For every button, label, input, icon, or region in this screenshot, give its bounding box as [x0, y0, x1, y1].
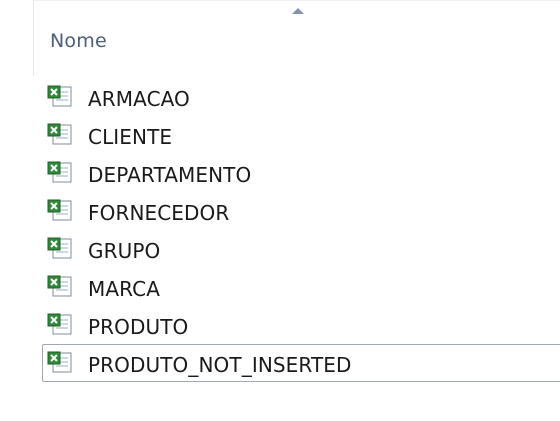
file-name: DEPARTAMENTO — [88, 163, 252, 187]
excel-csv-file-icon — [47, 275, 72, 297]
file-name: CLIENTE — [88, 125, 173, 149]
file-row[interactable]: PRODUTO — [42, 306, 560, 344]
file-name: PRODUTO_NOT_INSERTED — [88, 353, 352, 377]
file-row[interactable]: FORNECEDOR — [42, 192, 560, 230]
file-name: FORNECEDOR — [88, 201, 230, 225]
file-row[interactable]: MARCA — [42, 268, 560, 306]
file-name: GRUPO — [88, 239, 161, 263]
sort-ascending-icon — [292, 8, 304, 14]
file-row-selected[interactable]: PRODUTO_NOT_INSERTED — [42, 344, 560, 382]
file-name: MARCA — [88, 277, 160, 301]
excel-csv-file-icon — [47, 313, 72, 335]
column-header-name[interactable]: Nome — [33, 0, 560, 76]
file-row[interactable]: DEPARTAMENTO — [42, 154, 560, 192]
file-name: ARMACAO — [88, 87, 190, 111]
excel-csv-file-icon — [47, 123, 72, 145]
file-row[interactable]: CLIENTE — [42, 116, 560, 154]
excel-csv-file-icon — [47, 237, 72, 259]
excel-csv-file-icon — [47, 351, 72, 373]
excel-csv-file-icon — [47, 85, 72, 107]
excel-csv-file-icon — [47, 161, 72, 183]
file-name: PRODUTO — [88, 315, 189, 339]
excel-csv-file-icon — [47, 199, 72, 221]
file-explorer-pane: Nome ARMACAO CLIENTE DEPARTAMENTO FORNEC… — [0, 0, 560, 421]
file-row[interactable]: GRUPO — [42, 230, 560, 268]
column-header-label: Nome — [50, 30, 107, 52]
file-row[interactable]: ARMACAO — [42, 78, 560, 116]
header-top-line — [34, 0, 560, 1]
